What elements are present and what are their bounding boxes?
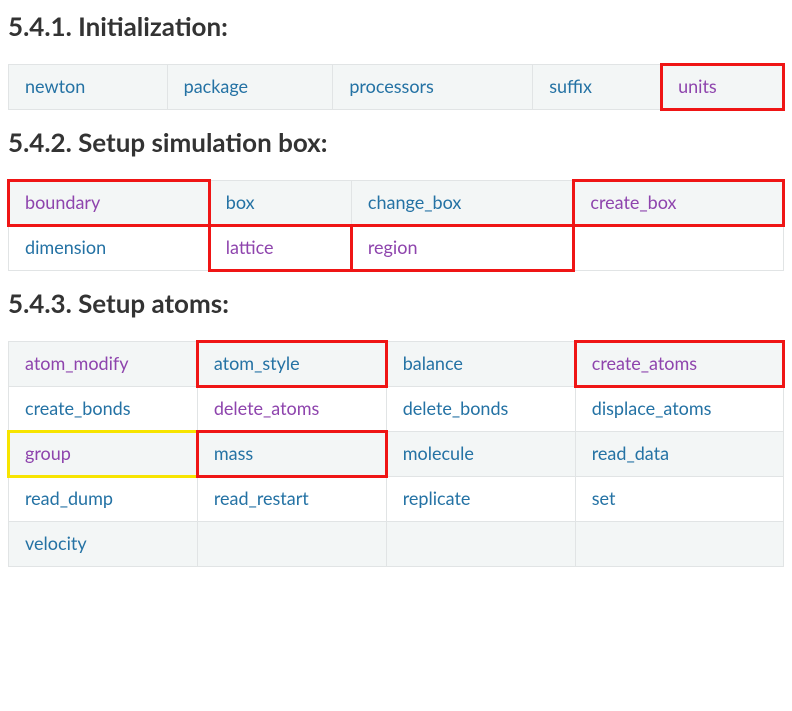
- table-cell: newton: [9, 65, 168, 110]
- table-row: create_bondsdelete_atomsdelete_bondsdisp…: [9, 387, 784, 432]
- command-link-atom-style[interactable]: atom_style: [198, 342, 386, 386]
- command-table-setup-atoms: atom_modifyatom_stylebalancecreate_atoms…: [8, 341, 784, 567]
- table-cell: create_box: [574, 181, 784, 226]
- command-link-dimension[interactable]: dimension: [9, 226, 209, 270]
- table-cell: delete_bonds: [386, 387, 575, 432]
- command-link-suffix[interactable]: suffix: [533, 65, 661, 109]
- command-link-create-atoms[interactable]: create_atoms: [576, 342, 783, 386]
- table-cell: molecule: [386, 432, 575, 477]
- command-link-read-restart[interactable]: read_restart: [198, 477, 386, 521]
- command-link-lattice[interactable]: lattice: [210, 226, 351, 270]
- table-cell: boundary: [9, 181, 210, 226]
- command-link-delete-bonds[interactable]: delete_bonds: [387, 387, 575, 431]
- command-link-create-bonds[interactable]: create_bonds: [9, 387, 197, 431]
- table-cell: [197, 522, 386, 567]
- command-link-balance[interactable]: balance: [387, 342, 575, 386]
- command-link-boundary[interactable]: boundary: [9, 181, 209, 225]
- table-cell: read_restart: [197, 477, 386, 522]
- table-cell: [386, 522, 575, 567]
- command-link-box[interactable]: box: [210, 181, 351, 225]
- table-cell: package: [167, 65, 333, 110]
- table-cell: processors: [333, 65, 533, 110]
- command-link-molecule[interactable]: molecule: [387, 432, 575, 476]
- command-link-mass[interactable]: mass: [198, 432, 386, 476]
- command-table-initialization: newtonpackageprocessorssuffixunits: [8, 64, 784, 110]
- command-link-read-dump[interactable]: read_dump: [9, 477, 197, 521]
- command-link-create-box[interactable]: create_box: [574, 181, 783, 225]
- command-link-units[interactable]: units: [662, 65, 783, 109]
- table-cell: read_dump: [9, 477, 198, 522]
- table-cell: delete_atoms: [197, 387, 386, 432]
- section-heading-initialization: 5.4.1. Initialization:: [8, 10, 784, 42]
- section-heading-setup-simulation-box: 5.4.2. Setup simulation box:: [8, 126, 784, 158]
- command-link-velocity[interactable]: velocity: [9, 522, 197, 566]
- command-link-delete-atoms[interactable]: delete_atoms: [198, 387, 386, 431]
- table-cell: balance: [386, 342, 575, 387]
- table-cell: replicate: [386, 477, 575, 522]
- table-cell: [575, 522, 783, 567]
- table-cell: suffix: [533, 65, 662, 110]
- table-cell: read_data: [575, 432, 783, 477]
- table-cell: atom_style: [197, 342, 386, 387]
- table-cell: create_atoms: [575, 342, 783, 387]
- document-root: 5.4.1. Initialization: newtonpackageproce…: [8, 10, 784, 567]
- table-row: newtonpackageprocessorssuffixunits: [9, 65, 784, 110]
- command-link-atom-modify[interactable]: atom_modify: [9, 342, 197, 386]
- table-cell: velocity: [9, 522, 198, 567]
- table-cell: displace_atoms: [575, 387, 783, 432]
- table-row: read_dumpread_restartreplicateset: [9, 477, 784, 522]
- table-cell: dimension: [9, 226, 210, 271]
- command-link-replicate[interactable]: replicate: [387, 477, 575, 521]
- table-row: atom_modifyatom_stylebalancecreate_atoms: [9, 342, 784, 387]
- empty-cell: [198, 522, 386, 566]
- table-cell: mass: [197, 432, 386, 477]
- command-table-setup-simulation-box: boundaryboxchange_boxcreate_boxdimension…: [8, 180, 784, 271]
- table-cell: change_box: [351, 181, 574, 226]
- command-link-newton[interactable]: newton: [9, 65, 167, 109]
- table-cell: set: [575, 477, 783, 522]
- command-link-package[interactable]: package: [168, 65, 333, 109]
- table-row: velocity: [9, 522, 784, 567]
- table-row: dimensionlatticeregion: [9, 226, 784, 271]
- table-cell: group: [9, 432, 198, 477]
- table-cell: region: [351, 226, 574, 271]
- table-cell: box: [209, 181, 351, 226]
- table-cell: lattice: [209, 226, 351, 271]
- command-link-set[interactable]: set: [576, 477, 783, 521]
- table-row: boundaryboxchange_boxcreate_box: [9, 181, 784, 226]
- empty-cell: [576, 522, 783, 566]
- command-link-group[interactable]: group: [9, 432, 197, 476]
- table-cell: atom_modify: [9, 342, 198, 387]
- command-link-region[interactable]: region: [352, 226, 574, 270]
- empty-cell: [387, 522, 575, 566]
- command-link-read-data[interactable]: read_data: [576, 432, 783, 476]
- command-link-displace-atoms[interactable]: displace_atoms: [576, 387, 783, 431]
- table-cell: create_bonds: [9, 387, 198, 432]
- empty-cell: [574, 226, 783, 270]
- table-cell: units: [662, 65, 784, 110]
- command-link-change-box[interactable]: change_box: [352, 181, 574, 225]
- table-row: groupmassmoleculeread_data: [9, 432, 784, 477]
- section-heading-setup-atoms: 5.4.3. Setup atoms:: [8, 287, 784, 319]
- table-cell: [574, 226, 784, 271]
- command-link-processors[interactable]: processors: [333, 65, 532, 109]
